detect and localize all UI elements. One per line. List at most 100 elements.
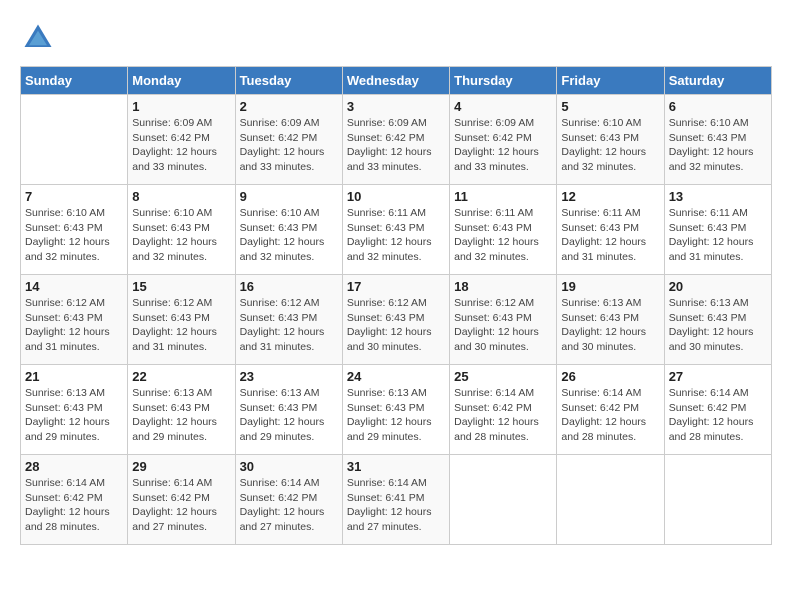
day-info: Sunrise: 6:09 AM Sunset: 6:42 PM Dayligh… xyxy=(347,116,445,175)
day-of-week-header: Thursday xyxy=(450,67,557,95)
day-info: Sunrise: 6:13 AM Sunset: 6:43 PM Dayligh… xyxy=(132,386,230,445)
day-number: 27 xyxy=(669,369,767,384)
calendar-week-row: 14Sunrise: 6:12 AM Sunset: 6:43 PM Dayli… xyxy=(21,275,772,365)
day-info: Sunrise: 6:12 AM Sunset: 6:43 PM Dayligh… xyxy=(240,296,338,355)
day-info: Sunrise: 6:10 AM Sunset: 6:43 PM Dayligh… xyxy=(240,206,338,265)
day-number: 24 xyxy=(347,369,445,384)
calendar-cell: 12Sunrise: 6:11 AM Sunset: 6:43 PM Dayli… xyxy=(557,185,664,275)
day-number: 17 xyxy=(347,279,445,294)
day-info: Sunrise: 6:14 AM Sunset: 6:42 PM Dayligh… xyxy=(454,386,552,445)
day-info: Sunrise: 6:12 AM Sunset: 6:43 PM Dayligh… xyxy=(25,296,123,355)
calendar-cell: 16 Sunrise: 6:12 AM Sunset: 6:43 PM Dayli… xyxy=(235,275,342,365)
day-info: Sunrise: 6:12 AM Sunset: 6:43 PM Dayligh… xyxy=(347,296,445,355)
day-number: 29 xyxy=(132,459,230,474)
calendar-cell: 2 Sunrise: 6:09 AM Sunset: 6:42 PM Daylig… xyxy=(235,95,342,185)
day-of-week-header: Saturday xyxy=(664,67,771,95)
calendar-cell: 20 Sunrise: 6:13 AM Sunset: 6:43 PM Dayli… xyxy=(664,275,771,365)
day-number: 31 xyxy=(347,459,445,474)
day-info: Sunrise: 6:13 AM Sunset: 6:43 PM Dayligh… xyxy=(347,386,445,445)
calendar-cell xyxy=(664,455,771,545)
day-number: 16 xyxy=(240,279,338,294)
calendar-cell: 17 Sunrise: 6:12 AM Sunset: 6:43 PM Dayli… xyxy=(342,275,449,365)
calendar-cell xyxy=(21,95,128,185)
calendar-cell: 31Sunrise: 6:14 AM Sunset: 6:41 PM Dayli… xyxy=(342,455,449,545)
day-info: Sunrise: 6:13 AM Sunset: 6:43 PM Dayligh… xyxy=(669,296,767,355)
day-info: Sunrise: 6:14 AM Sunset: 6:42 PM Dayligh… xyxy=(25,476,123,535)
day-number: 10 xyxy=(347,189,445,204)
day-number: 4 xyxy=(454,99,552,114)
day-number: 12 xyxy=(561,189,659,204)
day-number: 7 xyxy=(25,189,123,204)
day-number: 20 xyxy=(669,279,767,294)
calendar-cell: 14Sunrise: 6:12 AM Sunset: 6:43 PM Dayli… xyxy=(21,275,128,365)
calendar-week-row: 7 Sunrise: 6:10 AM Sunset: 6:43 PM Daylig… xyxy=(21,185,772,275)
day-info: Sunrise: 6:09 AM Sunset: 6:42 PM Dayligh… xyxy=(454,116,552,175)
day-number: 8 xyxy=(132,189,230,204)
day-info: Sunrise: 6:14 AM Sunset: 6:42 PM Dayligh… xyxy=(132,476,230,535)
calendar-cell: 3Sunrise: 6:09 AM Sunset: 6:42 PM Daylig… xyxy=(342,95,449,185)
day-number: 18 xyxy=(454,279,552,294)
day-of-week-header: Sunday xyxy=(21,67,128,95)
day-number: 19 xyxy=(561,279,659,294)
calendar-cell: 23 Sunrise: 6:13 AM Sunset: 6:43 PM Dayli… xyxy=(235,365,342,455)
calendar-header: SundayMondayTuesdayWednesdayThursdayFrid… xyxy=(21,67,772,95)
calendar-cell: 24 Sunrise: 6:13 AM Sunset: 6:43 PM Dayli… xyxy=(342,365,449,455)
day-number: 30 xyxy=(240,459,338,474)
day-number: 6 xyxy=(669,99,767,114)
day-info: Sunrise: 6:12 AM Sunset: 6:43 PM Dayligh… xyxy=(454,296,552,355)
calendar-cell: 19Sunrise: 6:13 AM Sunset: 6:43 PM Dayli… xyxy=(557,275,664,365)
day-number: 1 xyxy=(132,99,230,114)
calendar-cell: 18 Sunrise: 6:12 AM Sunset: 6:43 PM Dayli… xyxy=(450,275,557,365)
day-number: 26 xyxy=(561,369,659,384)
calendar-cell xyxy=(557,455,664,545)
day-info: Sunrise: 6:11 AM Sunset: 6:43 PM Dayligh… xyxy=(454,206,552,265)
day-info: Sunrise: 6:09 AM Sunset: 6:42 PM Dayligh… xyxy=(132,116,230,175)
logo xyxy=(20,20,60,56)
day-number: 25 xyxy=(454,369,552,384)
calendar-cell: 9 Sunrise: 6:10 AM Sunset: 6:43 PM Daylig… xyxy=(235,185,342,275)
day-info: Sunrise: 6:14 AM Sunset: 6:42 PM Dayligh… xyxy=(561,386,659,445)
calendar-week-row: 1 Sunrise: 6:09 AM Sunset: 6:42 PM Daylig… xyxy=(21,95,772,185)
calendar-cell: 25 Sunrise: 6:14 AM Sunset: 6:42 PM Dayli… xyxy=(450,365,557,455)
calendar-cell: 10Sunrise: 6:11 AM Sunset: 6:43 PM Dayli… xyxy=(342,185,449,275)
calendar-week-row: 21 Sunrise: 6:13 AM Sunset: 6:43 PM Dayli… xyxy=(21,365,772,455)
day-number: 5 xyxy=(561,99,659,114)
calendar-cell: 29 Sunrise: 6:14 AM Sunset: 6:42 PM Dayli… xyxy=(128,455,235,545)
day-of-week-header: Monday xyxy=(128,67,235,95)
day-number: 15 xyxy=(132,279,230,294)
day-info: Sunrise: 6:10 AM Sunset: 6:43 PM Dayligh… xyxy=(669,116,767,175)
day-number: 13 xyxy=(669,189,767,204)
day-number: 23 xyxy=(240,369,338,384)
calendar-cell: 11 Sunrise: 6:11 AM Sunset: 6:43 PM Dayli… xyxy=(450,185,557,275)
day-info: Sunrise: 6:10 AM Sunset: 6:43 PM Dayligh… xyxy=(25,206,123,265)
calendar-cell: 8 Sunrise: 6:10 AM Sunset: 6:43 PM Daylig… xyxy=(128,185,235,275)
calendar-cell: 28Sunrise: 6:14 AM Sunset: 6:42 PM Dayli… xyxy=(21,455,128,545)
day-info: Sunrise: 6:11 AM Sunset: 6:43 PM Dayligh… xyxy=(669,206,767,265)
calendar-cell: 15 Sunrise: 6:12 AM Sunset: 6:43 PM Dayli… xyxy=(128,275,235,365)
calendar-table: SundayMondayTuesdayWednesdayThursdayFrid… xyxy=(20,66,772,545)
day-info: Sunrise: 6:14 AM Sunset: 6:42 PM Dayligh… xyxy=(669,386,767,445)
calendar-cell: 21 Sunrise: 6:13 AM Sunset: 6:43 PM Dayli… xyxy=(21,365,128,455)
day-number: 22 xyxy=(132,369,230,384)
calendar-cell: 27 Sunrise: 6:14 AM Sunset: 6:42 PM Dayli… xyxy=(664,365,771,455)
calendar-cell: 7 Sunrise: 6:10 AM Sunset: 6:43 PM Daylig… xyxy=(21,185,128,275)
day-info: Sunrise: 6:10 AM Sunset: 6:43 PM Dayligh… xyxy=(132,206,230,265)
day-number: 11 xyxy=(454,189,552,204)
day-info: Sunrise: 6:13 AM Sunset: 6:43 PM Dayligh… xyxy=(25,386,123,445)
day-number: 9 xyxy=(240,189,338,204)
calendar-cell: 5 Sunrise: 6:10 AM Sunset: 6:43 PM Daylig… xyxy=(557,95,664,185)
day-number: 21 xyxy=(25,369,123,384)
day-info: Sunrise: 6:12 AM Sunset: 6:43 PM Dayligh… xyxy=(132,296,230,355)
calendar-cell xyxy=(450,455,557,545)
calendar-cell: 30Sunrise: 6:14 AM Sunset: 6:42 PM Dayli… xyxy=(235,455,342,545)
calendar-cell: 4 Sunrise: 6:09 AM Sunset: 6:42 PM Daylig… xyxy=(450,95,557,185)
calendar-week-row: 28Sunrise: 6:14 AM Sunset: 6:42 PM Dayli… xyxy=(21,455,772,545)
calendar-body: 1 Sunrise: 6:09 AM Sunset: 6:42 PM Daylig… xyxy=(21,95,772,545)
day-of-week-header: Friday xyxy=(557,67,664,95)
day-info: Sunrise: 6:10 AM Sunset: 6:43 PM Dayligh… xyxy=(561,116,659,175)
calendar-cell: 22 Sunrise: 6:13 AM Sunset: 6:43 PM Dayli… xyxy=(128,365,235,455)
day-number: 2 xyxy=(240,99,338,114)
day-info: Sunrise: 6:13 AM Sunset: 6:43 PM Dayligh… xyxy=(240,386,338,445)
calendar-cell: 26 Sunrise: 6:14 AM Sunset: 6:42 PM Dayli… xyxy=(557,365,664,455)
day-info: Sunrise: 6:09 AM Sunset: 6:42 PM Dayligh… xyxy=(240,116,338,175)
